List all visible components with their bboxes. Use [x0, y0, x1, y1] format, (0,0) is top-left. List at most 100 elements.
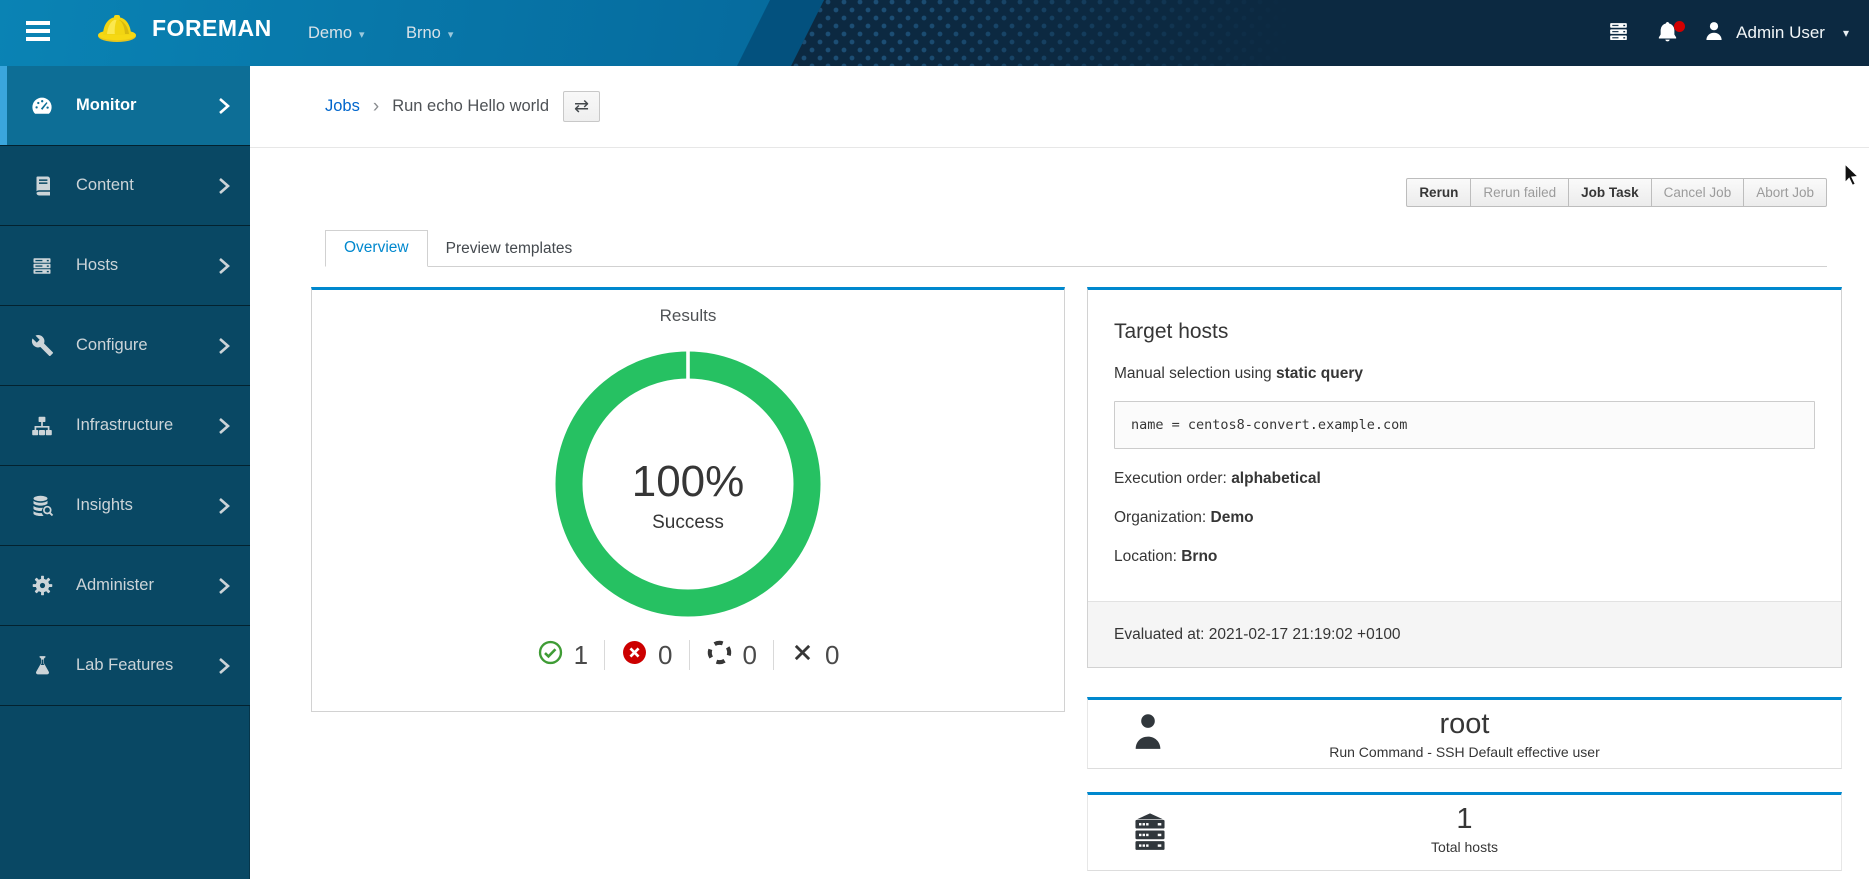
- selection-mode-prefix: Manual selection using: [1114, 365, 1276, 382]
- target-hosts-card: Target hosts Manual selection using stat…: [1087, 287, 1842, 668]
- location-menu-label: Brno: [406, 23, 441, 42]
- cancel-job-button[interactable]: Cancel Job: [1650, 178, 1745, 207]
- sidebar-item-administer[interactable]: Administer: [0, 546, 250, 626]
- breadcrumb-switcher-button[interactable]: ⇄: [563, 91, 601, 122]
- chevron-down-icon: ▾: [359, 28, 365, 41]
- breadcrumb-separator-icon: ›: [372, 96, 380, 117]
- sidebar-item-label: Lab Features: [76, 656, 174, 674]
- target-hosts-title: Target hosts: [1114, 320, 1229, 343]
- job-action-buttons: Rerun Rerun failed Job Task Cancel Job A…: [1406, 178, 1827, 207]
- job-task-button[interactable]: Job Task: [1568, 178, 1652, 207]
- book-icon: [30, 174, 54, 198]
- evaluated-at-text: Evaluated at: 2021-02-17 21:19:02 +0100: [1114, 625, 1401, 643]
- legend-divider: [688, 640, 690, 670]
- success-count: 1: [573, 639, 589, 670]
- success-check-circle-icon: [537, 639, 564, 671]
- swap-arrows-icon: ⇄: [573, 96, 590, 116]
- donut-status-label: Success: [652, 512, 724, 533]
- effective-user-name: root: [1439, 708, 1490, 740]
- sidebar-item-infrastructure[interactable]: Infrastructure: [0, 386, 250, 466]
- location-line: Location: Brno: [1114, 548, 1815, 566]
- sitemap-icon: [30, 414, 54, 438]
- chevron-right-icon: [218, 497, 230, 515]
- host-query-box: name = centos8-convert.example.com: [1114, 401, 1815, 449]
- organization-value: Demo: [1210, 509, 1254, 526]
- sidebar-item-insights[interactable]: Insights: [0, 466, 250, 546]
- notification-badge: [1674, 20, 1686, 32]
- legend-failed: 0: [621, 639, 673, 671]
- organization-line: Organization: Demo: [1114, 509, 1815, 527]
- sidebar-item-label: Monitor: [76, 96, 137, 114]
- effective-user-card: root Run Command - SSH Default effective…: [1087, 697, 1842, 769]
- menu-toggle-button[interactable]: [26, 20, 52, 46]
- total-hosts-card: 1 Total hosts: [1087, 792, 1842, 871]
- chevron-right-icon: [218, 97, 230, 115]
- organization-label: Organization:: [1114, 509, 1211, 526]
- sidebar-item-label: Insights: [76, 496, 133, 514]
- sidebar-item-hosts[interactable]: Hosts: [0, 226, 250, 306]
- user-icon: [1702, 19, 1726, 48]
- tabs-bar: Overview Preview templates: [325, 230, 1827, 267]
- breadcrumb-bar: Jobs › Run echo Hello world ⇄: [250, 66, 1869, 148]
- rerun-button[interactable]: Rerun: [1406, 178, 1472, 207]
- execution-order-line: Execution order: alphabetical: [1114, 470, 1815, 488]
- legend-pending: 0: [706, 639, 757, 671]
- sidebar-item-label: Configure: [76, 336, 148, 354]
- sidebar-item-label: Administer: [76, 576, 154, 594]
- failed-count: 0: [658, 639, 673, 670]
- masthead-dot-pattern: [791, 0, 1869, 66]
- tab-preview-templates[interactable]: Preview templates: [428, 232, 591, 267]
- server-stack-icon: [30, 254, 54, 278]
- chevron-right-icon: [218, 177, 230, 195]
- mouse-cursor: [1843, 162, 1865, 192]
- chevron-right-icon: [218, 337, 230, 355]
- abort-job-button[interactable]: Abort Job: [1743, 178, 1827, 207]
- sidebar-item-lab-features[interactable]: Lab Features: [0, 626, 250, 706]
- results-card: Results 100% Success 1 0 0 0: [311, 287, 1065, 712]
- database-search-icon: [30, 494, 54, 518]
- gear-icon: [30, 574, 54, 598]
- execution-order-label: Execution order:: [1114, 470, 1232, 487]
- chevron-down-icon: ▾: [447, 28, 454, 41]
- sidebar-item-content[interactable]: Content: [0, 146, 250, 226]
- location-menu[interactable]: Brno ▾: [406, 0, 453, 66]
- sidebar-item-monitor[interactable]: Monitor: [0, 66, 250, 146]
- results-donut-chart: 100% Success: [550, 346, 826, 627]
- content-hosts-button[interactable]: [1594, 13, 1643, 53]
- total-hosts-label: Total hosts: [1431, 838, 1498, 855]
- foreman-helmet-logo-icon: [95, 6, 139, 51]
- server-stack-icon: [1606, 19, 1631, 47]
- location-label: Location:: [1114, 548, 1182, 565]
- user-menu[interactable]: Admin User ▾: [1692, 19, 1849, 48]
- monitor-gauge-icon: [30, 94, 54, 118]
- notifications-button[interactable]: [1643, 13, 1692, 54]
- brand[interactable]: FOREMAN: [95, 6, 272, 51]
- masthead: FOREMAN Demo ▾ Brno ▾ Admin User ▾: [0, 0, 1869, 66]
- masthead-right-toolbar: Admin User ▾: [1594, 0, 1849, 66]
- tab-overview[interactable]: Overview: [325, 230, 428, 267]
- sidebar-item-configure[interactable]: Configure: [0, 306, 250, 386]
- organization-menu[interactable]: Demo ▾: [308, 0, 365, 66]
- sidebar: Monitor Content Hosts Configure Infrastr…: [0, 66, 250, 879]
- donut-percent-label: 100%: [632, 457, 745, 506]
- legend-divider: [772, 640, 774, 670]
- location-value: Brno: [1181, 548, 1218, 565]
- legend-success: 1: [537, 639, 588, 671]
- user-name: Admin User: [1736, 23, 1825, 42]
- host-query-text: name = centos8-convert.example.com: [1131, 417, 1408, 433]
- chevron-right-icon: [218, 257, 230, 275]
- wrench-icon: [30, 334, 54, 358]
- chevron-down-icon: ▾: [1842, 26, 1849, 40]
- chevron-right-icon: [218, 657, 230, 675]
- breadcrumb-jobs-link[interactable]: Jobs: [325, 97, 360, 116]
- selection-mode-line: Manual selection using static query: [1114, 365, 1815, 383]
- execution-order-value: alphabetical: [1231, 470, 1321, 487]
- cancelled-x-icon: [790, 640, 815, 670]
- server-rack-icon: [1129, 807, 1171, 858]
- effective-user-description: Run Command - SSH Default effective user: [1329, 743, 1600, 760]
- rerun-failed-button[interactable]: Rerun failed: [1470, 178, 1570, 207]
- results-legend: 1 0 0 0: [312, 639, 1064, 671]
- breadcrumb-current: Run echo Hello world: [392, 97, 550, 115]
- error-x-circle-icon: [621, 639, 648, 671]
- chevron-right-icon: [218, 577, 230, 595]
